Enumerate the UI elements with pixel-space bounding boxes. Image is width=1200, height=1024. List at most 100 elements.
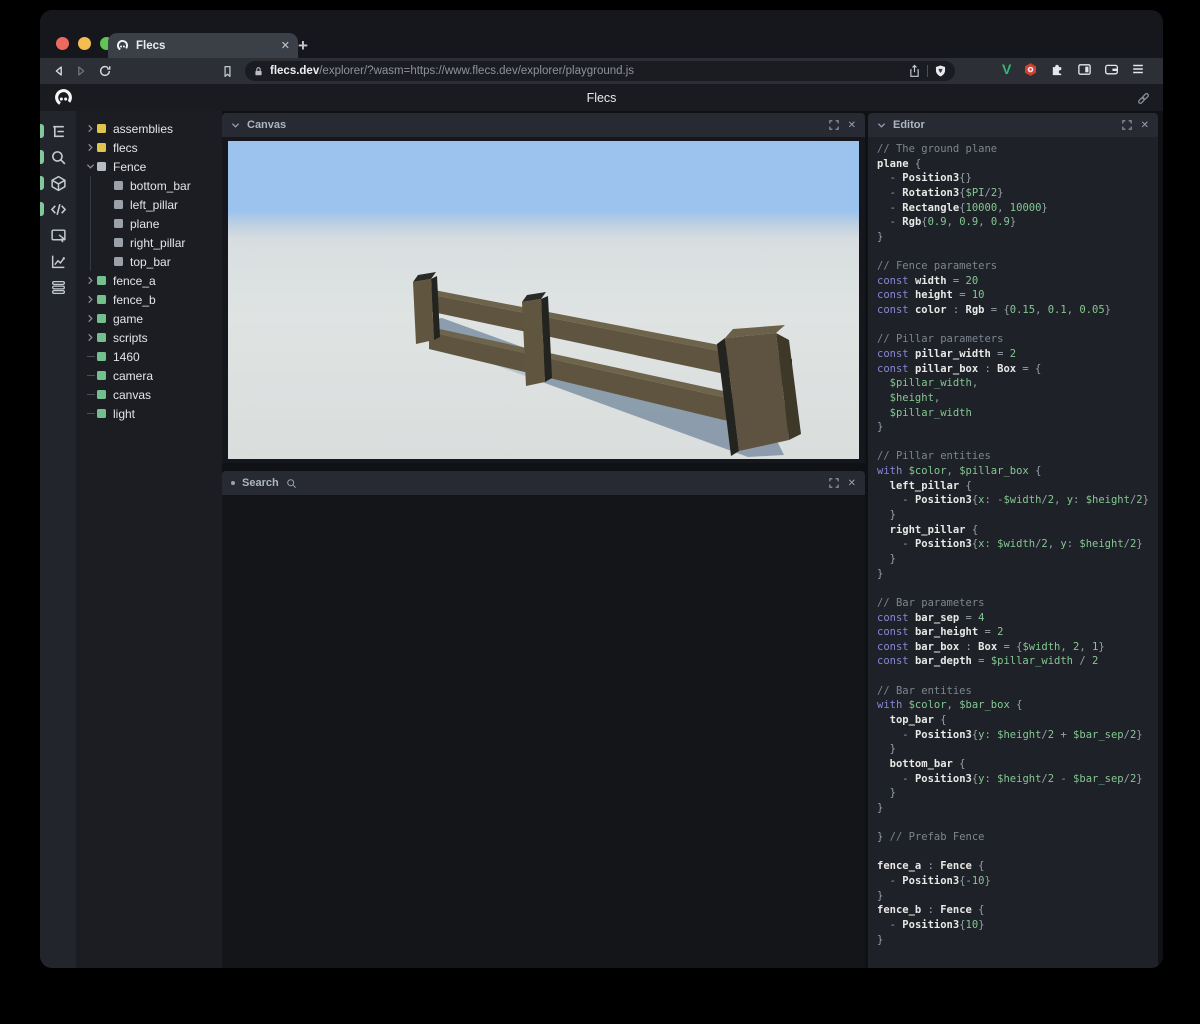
tree-item-plane[interactable]: plane	[76, 214, 222, 233]
red-extension-icon[interactable]	[1023, 62, 1038, 77]
tree-item-flecs[interactable]: flecs	[76, 138, 222, 157]
entity-tree: assemblies flecs Fence bottom_bar left_pilla…	[76, 111, 222, 968]
code-line: bottom_bar {	[877, 757, 966, 770]
chevron-right-icon[interactable]	[84, 124, 97, 133]
sidebar-tree-icon[interactable]	[40, 118, 76, 144]
tab-bar: Flecs ✕ +	[40, 10, 1163, 58]
tree-item-canvas[interactable]: canvas	[76, 385, 222, 404]
back-button-icon[interactable]	[48, 61, 70, 81]
code-line: }	[877, 743, 896, 756]
close-panel-icon[interactable]: ✕	[848, 478, 856, 489]
code-line: - Position3{-10}	[877, 875, 991, 888]
tree-item-label: camera	[113, 368, 154, 383]
minimize-window-button[interactable]	[78, 37, 91, 50]
tab-close-icon[interactable]: ✕	[281, 39, 290, 52]
chevron-right-icon[interactable]	[84, 276, 97, 285]
tree-item-bottom_bar[interactable]: bottom_bar	[76, 176, 222, 195]
tree-item-fence_b[interactable]: fence_b	[76, 290, 222, 309]
search-panel-title: Search	[242, 477, 279, 489]
tree-item-top_bar[interactable]: top_bar	[76, 252, 222, 271]
close-panel-icon[interactable]: ✕	[1141, 120, 1149, 131]
chevron-right-icon[interactable]	[84, 333, 97, 342]
code-editor[interactable]: // The ground plane plane { - Position3{}…	[868, 137, 1158, 968]
sidebar-search-icon[interactable]	[40, 144, 76, 170]
inspector-icon	[50, 228, 66, 242]
tree-item-Fence[interactable]: Fence	[76, 157, 222, 176]
tree-item-scripts[interactable]: scripts	[76, 328, 222, 347]
tree-item-right_pillar[interactable]: right_pillar	[76, 233, 222, 252]
entity-color-swatch	[114, 257, 123, 266]
chevron-right-icon[interactable]	[84, 143, 97, 152]
close-window-button[interactable]	[56, 37, 69, 50]
sidebar-logs-icon[interactable]	[40, 274, 76, 300]
menu-hamburger-icon[interactable]	[1131, 62, 1145, 76]
entity-color-swatch	[97, 295, 106, 304]
chevron-right-icon[interactable]	[84, 295, 97, 304]
share-icon[interactable]	[908, 64, 921, 78]
fullscreen-icon[interactable]	[1121, 120, 1132, 130]
link-icon[interactable]	[1136, 91, 1151, 106]
sidebar-inspector-icon[interactable]	[40, 222, 76, 248]
browser-tab[interactable]: Flecs ✕	[108, 33, 298, 58]
chart-icon	[51, 255, 65, 268]
extensions-puzzle-icon[interactable]	[1050, 62, 1065, 77]
chevron-right-icon[interactable]	[84, 314, 97, 323]
code-line: }	[877, 509, 896, 522]
wallet-icon[interactable]	[1104, 62, 1119, 77]
sidebar-cube-icon[interactable]	[40, 170, 76, 196]
vue-devtools-extension-icon[interactable]: V	[1002, 61, 1011, 77]
code-line: with $color, $bar_box {	[877, 699, 1023, 712]
search-panel-body[interactable]	[222, 495, 865, 968]
search-panel-header[interactable]: Search ✕	[222, 471, 865, 495]
entity-color-swatch	[114, 238, 123, 247]
tree-item-fence_a[interactable]: fence_a	[76, 271, 222, 290]
tree-item-label: canvas	[113, 387, 152, 402]
tree-item-label: 1460	[113, 349, 140, 364]
fullscreen-icon[interactable]	[828, 120, 839, 130]
forward-button-icon[interactable]	[70, 61, 92, 81]
flecs-logo-icon	[54, 88, 73, 107]
tree-item-assemblies[interactable]: assemblies	[76, 119, 222, 138]
code-line: - Position3{y: $height/2 + $bar_sep/2}	[877, 728, 1143, 741]
code-line: // Bar parameters	[877, 596, 985, 609]
sidebar-code-icon[interactable]	[40, 196, 76, 222]
chevron-down-icon[interactable]	[877, 121, 886, 130]
active-indicator	[40, 124, 44, 138]
new-tab-button[interactable]: +	[292, 36, 314, 56]
sidebar-chart-icon[interactable]	[40, 248, 76, 274]
leaf-dash-icon	[84, 412, 97, 415]
tree-item-camera[interactable]: camera	[76, 366, 222, 385]
tree-item-label: scripts	[113, 330, 148, 345]
tree-item-1460[interactable]: 1460	[76, 347, 222, 366]
code-line: const height = 10	[877, 289, 985, 302]
chevron-down-icon[interactable]	[84, 162, 97, 171]
reload-button-icon[interactable]	[94, 61, 116, 81]
close-panel-icon[interactable]: ✕	[848, 120, 856, 131]
logs-icon	[51, 280, 65, 294]
canvas-panel-header[interactable]: Canvas ✕	[222, 113, 865, 137]
canvas-3d-viewport[interactable]	[222, 137, 865, 463]
editor-panel-header[interactable]: Editor ✕	[868, 113, 1158, 137]
sidebar-panel-icon[interactable]	[1077, 62, 1092, 77]
tree-item-light[interactable]: light	[76, 404, 222, 423]
fence-3d-render	[228, 141, 859, 459]
bookmark-icon[interactable]	[216, 61, 238, 81]
chevron-down-icon[interactable]	[231, 121, 240, 130]
cube-icon	[50, 175, 66, 191]
tree-item-game[interactable]: game	[76, 309, 222, 328]
entity-color-swatch	[97, 333, 106, 342]
entity-color-swatch	[114, 200, 123, 209]
code-line: right_pillar {	[877, 523, 979, 536]
url-bar[interactable]: flecs.dev/explorer/?wasm=https://www.fle…	[245, 61, 955, 81]
icon-sidebar	[40, 111, 76, 968]
tree-item-left_pillar[interactable]: left_pillar	[76, 195, 222, 214]
brave-shield-icon[interactable]	[934, 64, 947, 78]
code-line: const pillar_box : Box = {	[877, 362, 1042, 375]
fullscreen-icon[interactable]	[828, 478, 839, 488]
traffic-lights[interactable]	[56, 37, 113, 50]
code-line: - Rectangle{10000, 10000}	[877, 201, 1048, 214]
code-line: }	[877, 567, 884, 580]
